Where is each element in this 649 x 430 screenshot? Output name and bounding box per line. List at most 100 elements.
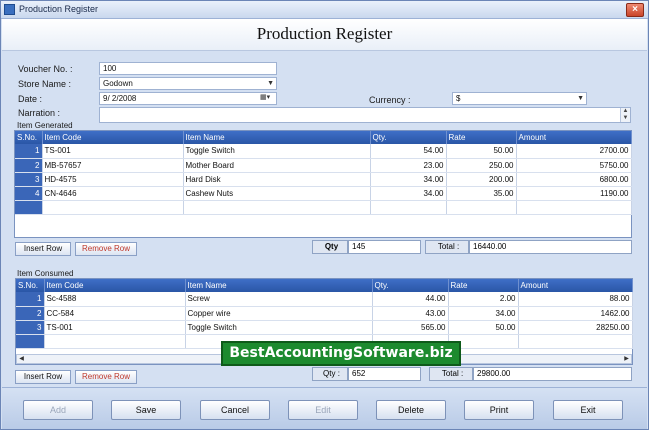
remove-row-button-generated[interactable]: Remove Row: [75, 242, 137, 256]
calendar-icon[interactable]: ▦▾: [260, 93, 274, 103]
item-generated-table[interactable]: S.No. Item Code Item Name Qty. Rate Amou…: [15, 131, 632, 215]
cell-item-code[interactable]: CN-4646: [42, 186, 184, 201]
narration-scroll[interactable]: ▲ ▼: [620, 108, 630, 122]
cell-item-code[interactable]: [42, 200, 184, 215]
store-dropdown[interactable]: Godown ▼: [99, 77, 277, 90]
cell-rate[interactable]: 250.00: [446, 158, 517, 173]
add-button[interactable]: Add: [23, 400, 93, 420]
cell-item-name[interactable]: Cashew Nuts: [183, 186, 371, 201]
col-qty[interactable]: Qty.: [372, 279, 449, 292]
remove-row-button-consumed[interactable]: Remove Row: [75, 370, 137, 384]
narration-field[interactable]: [99, 107, 631, 123]
cell-qty[interactable]: 54.00: [370, 144, 447, 159]
cell-qty[interactable]: 565.00: [372, 320, 449, 335]
cell-amount[interactable]: 1190.00: [516, 186, 632, 201]
insert-row-button-consumed[interactable]: Insert Row: [15, 370, 71, 384]
amount-total-label-generated: Total :: [425, 240, 469, 254]
new-row[interactable]: [15, 200, 632, 215]
save-button[interactable]: Save: [111, 400, 181, 420]
cell-item-code[interactable]: TS-001: [42, 144, 184, 159]
action-bar: Add Save Cancel Edit Delete Print Exit: [2, 387, 647, 429]
close-button[interactable]: ×: [626, 3, 644, 17]
scroll-left-icon[interactable]: ◀: [17, 355, 26, 363]
table-row[interactable]: 3 HD-4575 Hard Disk 34.00 200.00 6800.00: [15, 172, 632, 187]
print-button[interactable]: Print: [464, 400, 534, 420]
cell-item-name[interactable]: Screw: [185, 292, 373, 307]
col-item-name[interactable]: Item Name: [185, 279, 373, 292]
row-sno: 1: [16, 292, 45, 307]
cell-qty[interactable]: [370, 200, 447, 215]
col-item-name[interactable]: Item Name: [183, 131, 371, 144]
col-item-code[interactable]: Item Code: [44, 279, 186, 292]
table-row[interactable]: 1 Sc-4588 Screw 44.00 2.00 88.00: [16, 292, 633, 307]
row-sno: 3: [15, 172, 43, 187]
table-row[interactable]: 3 TS-001 Toggle Switch 565.00 50.00 2825…: [16, 320, 633, 335]
col-sno[interactable]: S.No.: [15, 131, 43, 144]
cell-amount[interactable]: [518, 334, 633, 349]
cell-item-name[interactable]: Toggle Switch: [185, 320, 373, 335]
cell-amount[interactable]: 88.00: [518, 292, 633, 307]
cell-amount[interactable]: 5750.00: [516, 158, 632, 173]
currency-value: $: [456, 94, 461, 103]
qty-total-value-consumed: 652: [348, 367, 421, 381]
cell-rate[interactable]: 2.00: [448, 292, 519, 307]
cell-item-code[interactable]: TS-001: [44, 320, 186, 335]
col-qty[interactable]: Qty.: [370, 131, 447, 144]
cell-item-name[interactable]: Toggle Switch: [183, 144, 371, 159]
table-row[interactable]: 2 CC-584 Copper wire 43.00 34.00 1462.00: [16, 306, 633, 321]
scroll-right-icon[interactable]: ▶: [622, 355, 631, 363]
cell-amount[interactable]: 6800.00: [516, 172, 632, 187]
cell-item-code[interactable]: CC-584: [44, 306, 186, 321]
exit-button[interactable]: Exit: [553, 400, 623, 420]
cell-item-name[interactable]: [183, 200, 371, 215]
insert-row-button-generated[interactable]: Insert Row: [15, 242, 71, 256]
col-amount[interactable]: Amount: [518, 279, 633, 292]
cell-rate[interactable]: 35.00: [446, 186, 517, 201]
table-row[interactable]: 4 CN-4646 Cashew Nuts 34.00 35.00 1190.0…: [15, 186, 632, 201]
cell-amount[interactable]: 2700.00: [516, 144, 632, 159]
header-band: Production Register: [2, 19, 647, 51]
cell-item-name[interactable]: Mother Board: [183, 158, 371, 173]
table-row[interactable]: 1 TS-001 Toggle Switch 54.00 50.00 2700.…: [15, 144, 632, 159]
page-title: Production Register: [256, 24, 393, 43]
cell-item-code[interactable]: HD-4575: [42, 172, 184, 187]
cell-qty[interactable]: 44.00: [372, 292, 449, 307]
cell-rate[interactable]: 34.00: [448, 306, 519, 321]
cell-rate[interactable]: 50.00: [448, 320, 519, 335]
cell-rate[interactable]: 200.00: [446, 172, 517, 187]
cell-amount[interactable]: 28250.00: [518, 320, 633, 335]
cell-rate[interactable]: [446, 200, 517, 215]
cell-item-code[interactable]: [44, 334, 186, 349]
cell-amount[interactable]: 1462.00: [518, 306, 633, 321]
cell-qty[interactable]: 34.00: [370, 172, 447, 187]
currency-dropdown[interactable]: $ ▼: [452, 92, 587, 105]
date-label: Date :: [18, 94, 43, 104]
col-sno[interactable]: S.No.: [16, 279, 45, 292]
voucher-field[interactable]: 100: [99, 62, 277, 75]
currency-label: Currency :: [369, 95, 411, 105]
col-item-code[interactable]: Item Code: [42, 131, 184, 144]
cell-item-name[interactable]: Copper wire: [185, 306, 373, 321]
cell-qty[interactable]: 23.00: [370, 158, 447, 173]
cell-qty[interactable]: 34.00: [370, 186, 447, 201]
row-sno: 2: [15, 158, 43, 173]
title-bar: Production Register ×: [1, 1, 648, 19]
table-row[interactable]: 2 MB-57657 Mother Board 23.00 250.00 575…: [15, 158, 632, 173]
date-field[interactable]: 9/ 2/2008 ▦▾: [99, 92, 277, 105]
delete-button[interactable]: Delete: [376, 400, 446, 420]
cancel-button[interactable]: Cancel: [200, 400, 270, 420]
cell-item-name[interactable]: Hard Disk: [183, 172, 371, 187]
store-label: Store Name :: [18, 79, 72, 89]
cell-amount[interactable]: [516, 200, 632, 215]
col-rate[interactable]: Rate: [446, 131, 517, 144]
row-sno: [16, 334, 45, 349]
cell-rate[interactable]: 50.00: [446, 144, 517, 159]
cell-qty[interactable]: 43.00: [372, 306, 449, 321]
edit-button[interactable]: Edit: [288, 400, 358, 420]
chevron-down-icon: ▼: [267, 80, 274, 87]
cell-item-code[interactable]: MB-57657: [42, 158, 184, 173]
item-consumed-table[interactable]: S.No. Item Code Item Name Qty. Rate Amou…: [16, 279, 633, 349]
col-rate[interactable]: Rate: [448, 279, 519, 292]
cell-item-code[interactable]: Sc-4588: [44, 292, 186, 307]
col-amount[interactable]: Amount: [516, 131, 632, 144]
